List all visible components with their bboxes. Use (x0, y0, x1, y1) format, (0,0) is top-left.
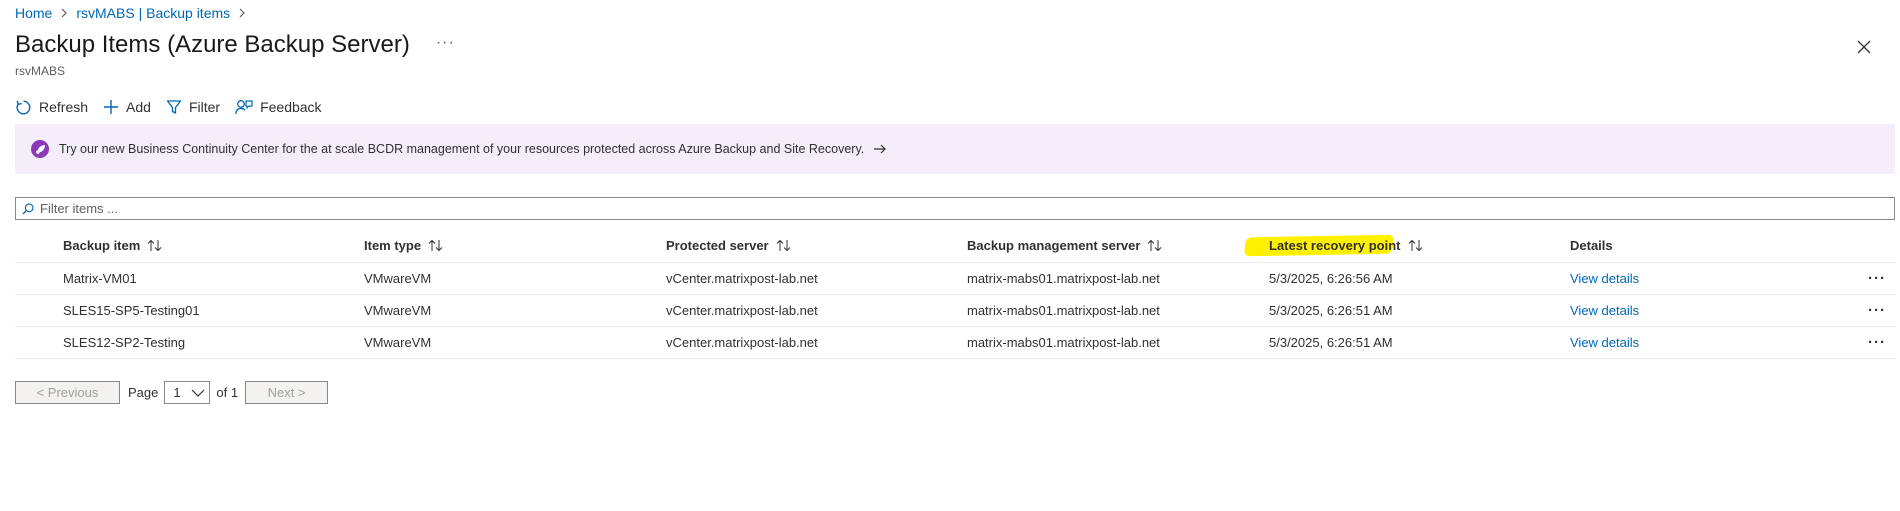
chevron-right-icon (60, 8, 68, 18)
backup-items-grid: Backup item Item type Protected server B… (15, 228, 1895, 359)
close-button[interactable] (1854, 37, 1874, 57)
column-header-item-type[interactable]: Item type (364, 228, 443, 262)
sort-icon[interactable] (1408, 239, 1423, 252)
cell-backup-management-server: matrix-mabs01.matrixpost-lab.net (967, 335, 1160, 350)
filter-items-input[interactable] (40, 201, 1840, 216)
refresh-label: Refresh (39, 99, 89, 115)
view-details-link[interactable]: View details (1570, 263, 1639, 294)
arrow-right-icon[interactable] (873, 144, 887, 154)
view-details-link[interactable]: View details (1570, 295, 1639, 326)
page-select-value: 1 (173, 385, 181, 400)
chevron-right-icon (238, 8, 246, 18)
column-header-latest-recovery-point[interactable]: Latest recovery point (1269, 228, 1423, 262)
next-page-button[interactable]: Next > (245, 381, 329, 404)
chevron-down-icon (191, 389, 205, 397)
cell-latest-recovery-point: 5/3/2025, 6:26:51 AM (1269, 335, 1393, 350)
add-label: Add (126, 99, 151, 115)
cell-item-type: VMwareVM (364, 303, 432, 318)
table-row[interactable]: Matrix-VM01 VMwareVM vCenter.matrixpost-… (15, 263, 1895, 295)
cell-protected-server: vCenter.matrixpost-lab.net (666, 271, 818, 286)
sort-icon[interactable] (776, 239, 791, 252)
cell-latest-recovery-point: 5/3/2025, 6:26:56 AM (1269, 271, 1393, 286)
rocket-icon (31, 140, 49, 158)
close-icon (1857, 40, 1871, 54)
cell-item-type: VMwareVM (364, 335, 432, 350)
filter-items-box[interactable] (15, 197, 1895, 220)
cell-protected-server: vCenter.matrixpost-lab.net (666, 335, 818, 350)
column-header-label: Latest recovery point (1269, 237, 1401, 253)
column-header-details: Details (1570, 228, 1613, 262)
previous-page-button[interactable]: < Previous (15, 381, 120, 404)
sort-icon[interactable] (1147, 239, 1162, 252)
view-details-link[interactable]: View details (1570, 327, 1639, 358)
column-header-label: Backup item (63, 237, 141, 253)
sort-icon[interactable] (428, 239, 443, 252)
cell-latest-recovery-point: 5/3/2025, 6:26:51 AM (1269, 303, 1393, 318)
refresh-button[interactable]: Refresh (15, 99, 88, 116)
breadcrumb: Home rsvMABS | Backup items (15, 5, 254, 21)
column-header-backup-management-server[interactable]: Backup management server (967, 228, 1162, 262)
cell-backup-management-server: matrix-mabs01.matrixpost-lab.net (967, 271, 1160, 286)
pagination: < Previous Page 1 of 1 Next > (15, 381, 329, 404)
search-icon (22, 202, 34, 214)
filter-label: Filter (188, 99, 221, 115)
breadcrumb-backup-items[interactable]: rsvMABS | Backup items (76, 5, 230, 21)
cell-protected-server: vCenter.matrixpost-lab.net (666, 303, 818, 318)
refresh-icon (16, 100, 31, 114)
cell-backup-item: SLES15-SP5-Testing01 (63, 303, 200, 318)
row-more-options-button[interactable]: ··· (1868, 295, 1886, 326)
table-row[interactable]: SLES15-SP5-Testing01 VMwareVM vCenter.ma… (15, 295, 1895, 327)
info-banner[interactable]: Try our new Business Continuity Center f… (15, 124, 1895, 174)
page-subtitle: rsvMABS (15, 64, 66, 78)
column-header-backup-item[interactable]: Backup item (63, 228, 162, 262)
table-row[interactable]: SLES12-SP2-Testing VMwareVM vCenter.matr… (15, 327, 1895, 359)
banner-text: Try our new Business Continuity Center f… (59, 142, 865, 156)
page-select-dropdown[interactable]: 1 (164, 381, 211, 404)
feedback-button[interactable]: Feedback (235, 99, 322, 116)
add-button[interactable]: Add (103, 99, 151, 115)
column-header-label: Details (1570, 237, 1613, 253)
feedback-icon (235, 99, 253, 114)
grid-header-row: Backup item Item type Protected server B… (15, 228, 1895, 263)
add-icon (104, 100, 119, 114)
cell-backup-item: Matrix-VM01 (63, 271, 137, 286)
row-more-options-button[interactable]: ··· (1868, 263, 1886, 294)
column-header-label: Backup management server (967, 237, 1141, 253)
sort-icon[interactable] (147, 239, 162, 252)
page-label: Page (128, 385, 159, 400)
page-title: Backup Items (Azure Backup Server) (15, 31, 410, 58)
cell-backup-item: SLES12-SP2-Testing (63, 335, 186, 350)
filter-icon (166, 100, 182, 114)
page-count: of 1 (216, 385, 239, 400)
column-header-protected-server[interactable]: Protected server (666, 228, 791, 262)
command-bar: Refresh Add Filter Feedback (15, 95, 337, 119)
column-header-label: Protected server (666, 237, 769, 253)
cell-backup-management-server: matrix-mabs01.matrixpost-lab.net (967, 303, 1160, 318)
filter-button[interactable]: Filter (166, 99, 220, 115)
column-header-label: Item type (364, 237, 422, 253)
cell-item-type: VMwareVM (364, 271, 432, 286)
row-more-options-button[interactable]: ··· (1868, 327, 1886, 358)
feedback-label: Feedback (260, 99, 322, 115)
breadcrumb-home[interactable]: Home (15, 5, 52, 21)
title-row: Backup Items (Azure Backup Server) ··· (15, 31, 455, 59)
more-options-button[interactable]: ··· (436, 34, 455, 52)
